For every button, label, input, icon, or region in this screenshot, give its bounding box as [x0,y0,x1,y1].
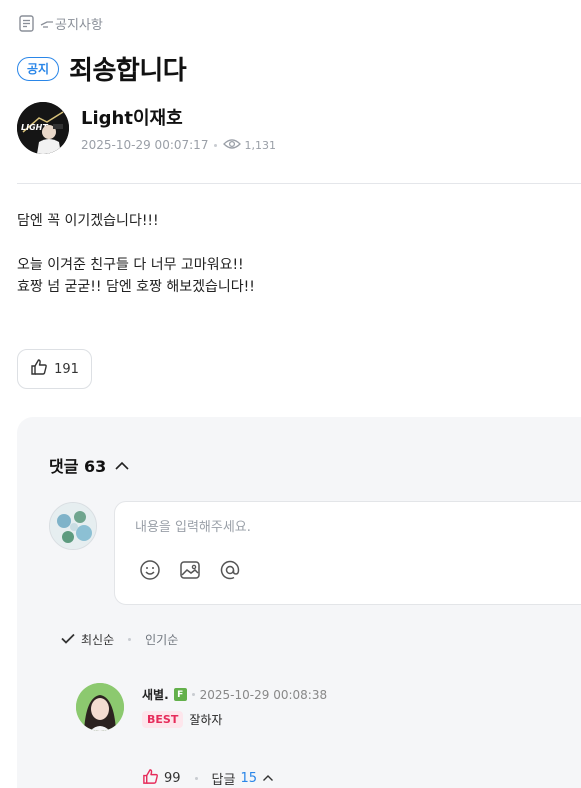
comment-input-box[interactable] [114,501,581,605]
comment-input[interactable] [135,516,575,538]
comment-text: 잘하자 [189,713,223,727]
thumbs-up-icon [142,768,159,788]
post-body-line: 오늘 이겨준 친구들 다 너무 고마워요!! [17,257,244,273]
breadcrumb[interactable]: 공지사항 [19,14,103,33]
reply-toggle-button[interactable]: 답글 15 [212,769,274,788]
chevron-up-icon[interactable] [114,456,130,475]
best-badge: BEST [142,711,184,728]
reply-label: 답글 [211,773,236,788]
notice-badge: 공지 [17,56,60,81]
action-separator [194,777,198,780]
comment-section: 댓글 63 내용을 입력해주세요. 최신순 인기순 새별. F 2025-10-… [17,417,581,788]
comment-tools [139,559,241,581]
comment-actions: 99 답글 15 [142,768,274,788]
document-icon [19,15,34,32]
post-datetime: 2025-10-29 00:07:17 [81,138,209,152]
like-button[interactable]: 191 [17,349,92,389]
views-count: 1,131 [244,138,276,152]
comment-body: BEST 잘하자 [142,711,222,728]
commenter-avatar[interactable] [76,683,124,731]
post-body: 담엔 꼭 이기겠습니다!!! 오늘 이겨준 친구들 다 너무 고마워요!! 효짱… [17,210,255,298]
meta-separator [191,693,195,696]
commenter-name[interactable]: 새별. [142,686,169,703]
comment-header[interactable]: 댓글 63 [49,453,130,477]
meta-separator [214,143,218,147]
eye-icon [223,138,242,153]
post-title-row: 공지 죄송합니다 [17,50,187,87]
comment-header-label: 댓글 [49,457,79,476]
emoji-icon[interactable] [139,559,161,581]
sort-separator [128,638,132,641]
check-icon [61,633,75,647]
like-count: 191 [54,361,79,377]
post-views: 1,131 [223,138,276,153]
post-body-line: 효짱 넘 굳굳!! 담엔 호짱 해보겠습니다!! [17,279,255,295]
comment-head: 새별. F 2025-10-29 00:08:38 [142,686,327,703]
my-avatar [49,502,97,550]
breadcrumb-label: 공지사항 [55,18,103,33]
divider [17,183,581,184]
post-meta: 2025-10-29 00:07:17 1,131 [81,138,276,153]
comment-sort: 최신순 인기순 [61,631,178,648]
hand-pointing-icon [40,19,54,29]
post-body-line: 담엔 꼭 이기겠습니다!!! [17,213,159,229]
image-icon[interactable] [179,559,201,581]
author-avatar[interactable]: LIGHT [17,102,69,154]
level-badge: F [173,688,187,701]
comment-datetime: 2025-10-29 00:08:38 [199,687,328,702]
comment-like-button[interactable]: 99 [142,768,181,788]
author-name[interactable]: Light이재호 [81,104,276,130]
comment-like-count: 99 [164,771,181,786]
chevron-up-icon [262,771,274,786]
sort-popular[interactable]: 인기순 [145,631,178,648]
thumbs-up-icon [30,358,48,380]
author-row: LIGHT Light이재호 2025-10-29 00:07:17 1,131 [17,102,276,154]
mention-icon[interactable] [219,559,241,581]
sort-latest[interactable]: 최신순 [81,631,114,648]
reply-count: 15 [240,771,258,786]
comment-count: 63 [84,457,107,476]
post-title: 죄송합니다 [69,56,187,86]
